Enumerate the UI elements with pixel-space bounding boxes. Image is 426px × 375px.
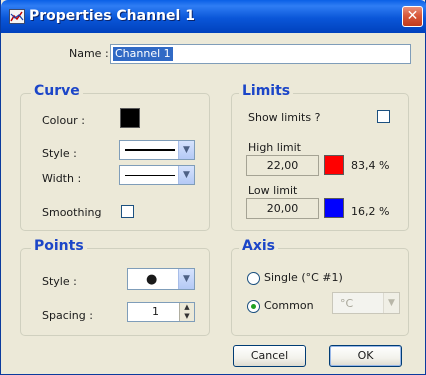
axis-unit-select[interactable]: °C ▼	[332, 292, 400, 314]
chevron-down-icon[interactable]: ▼	[383, 293, 399, 313]
axis-single-radio[interactable]	[247, 272, 260, 285]
low-limit-percent: 16,2 %	[351, 205, 390, 218]
low-limit-colour-swatch[interactable]	[324, 198, 344, 218]
curve-style-label: Style :	[42, 147, 77, 160]
points-group-title: Points	[31, 238, 87, 254]
window-title: Properties Channel 1	[29, 8, 195, 24]
chevron-down-icon[interactable]: ▼	[178, 166, 194, 184]
spinner-down-icon[interactable]: ▼	[179, 312, 194, 321]
show-limits-checkbox[interactable]	[377, 110, 390, 123]
point-style-select[interactable]: ● ▼	[127, 268, 195, 290]
low-limit-value: 20,00	[246, 198, 319, 219]
axis-unit-value: °C	[340, 297, 354, 310]
ok-button[interactable]: OK	[329, 345, 402, 367]
axis-single-label[interactable]: Single (°C #1)	[264, 271, 343, 284]
curve-group-title: Curve	[31, 83, 83, 99]
curve-width-select[interactable]: ▼	[119, 165, 195, 185]
colour-label: Colour :	[42, 114, 85, 127]
point-style-value: ●	[146, 272, 158, 287]
name-label: Name :	[69, 47, 109, 60]
curve-colour-swatch[interactable]	[120, 108, 140, 128]
chevron-down-icon[interactable]: ▼	[178, 269, 194, 289]
radio-selected-dot	[251, 304, 256, 309]
properties-dialog: Properties Channel 1 ✕ Name : Channel 1 …	[0, 0, 426, 375]
close-button[interactable]: ✕	[402, 6, 423, 27]
chart-icon	[9, 9, 25, 24]
smoothing-checkbox[interactable]	[121, 205, 134, 218]
limits-group-title: Limits	[239, 83, 294, 99]
high-limit-colour-swatch[interactable]	[324, 155, 344, 175]
smoothing-label: Smoothing	[42, 206, 102, 219]
high-limit-percent: 83,4 %	[351, 159, 390, 172]
high-limit-value: 22,00	[246, 155, 319, 176]
spacing-stepper[interactable]: 1 ▲ ▼	[127, 302, 195, 322]
curve-style-select[interactable]: ▼	[119, 140, 195, 160]
title-bar[interactable]: Properties Channel 1 ✕	[1, 0, 426, 33]
spinner-up-icon[interactable]: ▲	[179, 303, 194, 312]
spacing-label: Spacing :	[42, 309, 93, 322]
point-style-label: Style :	[42, 275, 77, 288]
chevron-down-icon[interactable]: ▼	[178, 141, 194, 159]
axis-common-label[interactable]: Common	[264, 299, 314, 312]
thin-line-icon	[125, 175, 175, 176]
points-group	[20, 248, 210, 336]
name-input-value: Channel 1	[113, 47, 173, 61]
curve-width-label: Width :	[42, 172, 82, 185]
solid-line-icon	[125, 149, 175, 151]
cancel-button[interactable]: Cancel	[233, 345, 306, 367]
high-limit-label: High limit	[248, 141, 301, 154]
axis-common-radio[interactable]	[247, 300, 260, 313]
spacing-value: 1	[152, 305, 159, 318]
show-limits-label: Show limits ?	[248, 111, 321, 124]
low-limit-label: Low limit	[248, 184, 298, 197]
close-icon: ✕	[406, 8, 419, 24]
axis-group-title: Axis	[239, 238, 278, 254]
name-input[interactable]: Channel 1	[110, 44, 411, 64]
